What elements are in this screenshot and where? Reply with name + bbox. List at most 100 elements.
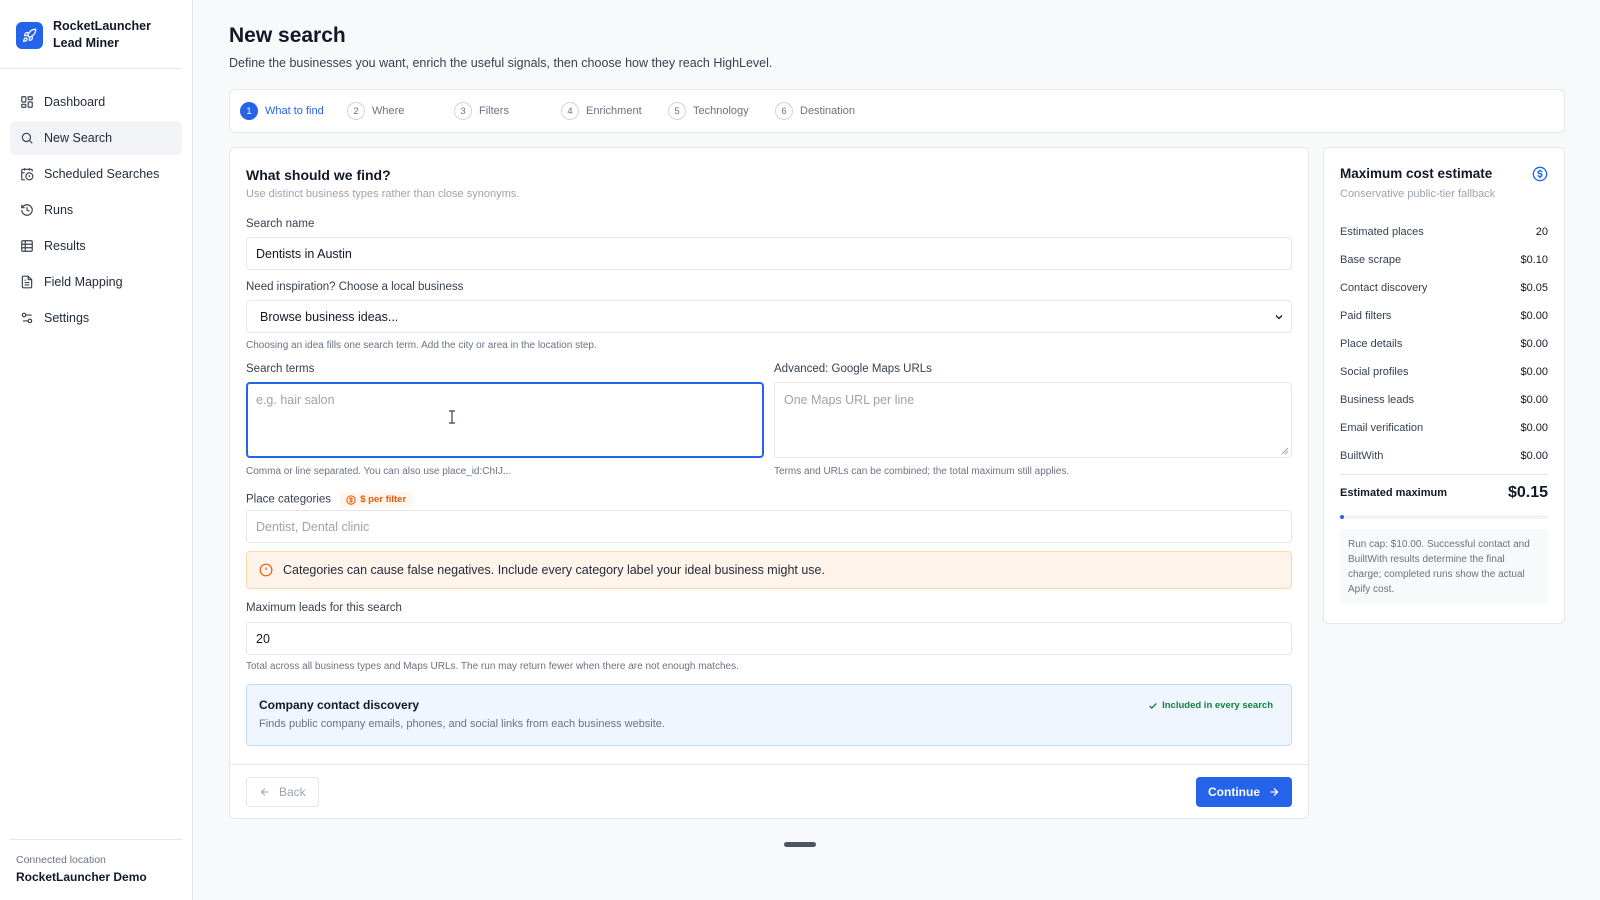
text-cursor-icon: [449, 410, 455, 424]
sidebar-item-new-search[interactable]: New Search: [10, 121, 182, 155]
back-button[interactable]: Back: [246, 777, 319, 807]
cost-row: Email verification $0.00: [1340, 414, 1548, 442]
sidebar-item-results[interactable]: Results: [10, 229, 182, 263]
table-icon: [21, 240, 33, 252]
step-label: Enrichment: [586, 105, 642, 117]
dollar-circle-icon: [346, 494, 356, 505]
max-leads-value: 20: [256, 631, 270, 646]
step-number: 1: [240, 102, 258, 120]
included-badge: Included in every search: [1148, 700, 1273, 711]
sidebar-item-label: Scheduled Searches: [44, 167, 160, 181]
sidebar-item-label: Results: [44, 239, 86, 253]
calendar-clock-icon: [21, 168, 34, 181]
step-technology[interactable]: 5 Technology: [668, 102, 775, 120]
cost-subtitle: Conservative public-tier fallback: [1340, 188, 1496, 200]
contact-discovery-title: Company contact discovery: [259, 698, 420, 712]
step-what-to-find[interactable]: 1 What to find: [240, 102, 347, 120]
cost-row-value: $0.00: [1520, 394, 1548, 406]
step-number: 3: [454, 102, 472, 120]
place-categories-placeholder: Dentist, Dental clinic: [256, 519, 370, 534]
place-categories-label-row: Place categories $ per filter: [246, 492, 413, 507]
connected-location: Connected location RocketLauncher Demo: [10, 839, 182, 900]
step-number: 6: [775, 102, 793, 120]
brand-line-1: RocketLauncher: [53, 19, 151, 33]
cost-row: Paid filters $0.00: [1340, 302, 1548, 330]
cost-row: Contact discovery $0.05: [1340, 274, 1548, 302]
rocket-icon: [16, 21, 43, 49]
categories-warning-text: Categories can cause false negatives. In…: [283, 563, 825, 577]
scroll-indicator[interactable]: [784, 842, 816, 847]
connected-location-value: RocketLauncher Demo: [16, 870, 147, 884]
step-destination[interactable]: 6 Destination: [775, 102, 882, 120]
cost-row: Estimated places 20: [1340, 218, 1548, 246]
cost-row: Business leads $0.00: [1340, 386, 1548, 414]
sidebar-item-label: New Search: [44, 131, 113, 145]
cost-row-value: $0.00: [1520, 422, 1548, 434]
cost-row-label: Contact discovery: [1340, 282, 1428, 294]
inspiration-help: Choosing an idea fills one search term. …: [246, 340, 597, 351]
cost-row-value: $0.05: [1520, 282, 1548, 294]
search-terms-label: Search terms: [246, 363, 315, 375]
contact-discovery-box: Company contact discovery Finds public c…: [246, 684, 1292, 746]
file-text-icon: [21, 275, 33, 289]
cost-estimate-card: Maximum cost estimate Conservative publi…: [1323, 147, 1565, 624]
maps-urls-label: Advanced: Google Maps URLs: [774, 363, 932, 375]
sidebar-item-runs[interactable]: Runs: [10, 193, 182, 227]
search-name-value: Dentists in Austin: [256, 246, 352, 261]
inspiration-label: Need inspiration? Choose a local busines…: [246, 281, 464, 293]
place-categories-label: Place categories: [246, 493, 332, 506]
cost-row-label: BuiltWith: [1340, 450, 1384, 462]
search-name-input[interactable]: Dentists in Austin: [246, 237, 1292, 270]
search-name-label: Search name: [246, 218, 315, 230]
maps-urls-textarea[interactable]: One Maps URL per line: [774, 382, 1292, 458]
per-filter-badge: $ per filter: [340, 492, 413, 507]
page-title: New search: [229, 24, 346, 47]
sidebar-item-field-mapping[interactable]: Field Mapping: [10, 265, 182, 299]
sidebar-item-settings[interactable]: Settings: [10, 301, 182, 335]
continue-button-label: Continue: [1208, 785, 1260, 799]
maps-urls-help: Terms and URLs can be combined; the tota…: [774, 466, 1070, 477]
step-where[interactable]: 2 Where: [347, 102, 454, 120]
step-label: Destination: [800, 105, 856, 117]
search-form-card: What should we find? Use distinct busine…: [229, 147, 1309, 819]
step-number: 4: [561, 102, 579, 120]
sliders-icon: [21, 312, 33, 324]
cost-row: BuiltWith $0.00: [1340, 442, 1548, 470]
sidebar-item-label: Settings: [44, 311, 90, 325]
run-cap-note: Run cap: $10.00. Successful contact and …: [1340, 529, 1548, 605]
place-categories-input[interactable]: Dentist, Dental clinic: [246, 510, 1292, 543]
contact-discovery-desc: Finds public company emails, phones, and…: [259, 718, 665, 730]
search-icon: [21, 132, 33, 144]
sidebar-item-label: Dashboard: [44, 95, 106, 109]
brand-name: RocketLauncher Lead Miner: [53, 18, 151, 52]
brand[interactable]: RocketLauncher Lead Miner: [0, 0, 182, 69]
step-filters[interactable]: 3 Filters: [454, 102, 561, 120]
cost-row-value: $0.00: [1520, 366, 1548, 378]
arrow-right-icon: [1270, 788, 1279, 796]
max-leads-label: Maximum leads for this search: [246, 602, 402, 614]
step-number: 2: [347, 102, 365, 120]
included-badge-text: Included in every search: [1162, 700, 1273, 711]
max-leads-input[interactable]: 20: [246, 622, 1292, 655]
continue-button[interactable]: Continue: [1196, 777, 1292, 807]
step-label: What to find: [265, 105, 324, 117]
sidebar-item-scheduled-searches[interactable]: Scheduled Searches: [10, 157, 182, 191]
resize-handle-icon[interactable]: [1281, 447, 1289, 455]
check-icon: [1149, 702, 1157, 709]
per-filter-badge-text: $ per filter: [360, 494, 407, 505]
business-ideas-select[interactable]: Browse business ideas...: [246, 300, 1292, 333]
search-terms-placeholder: e.g. hair salon: [256, 393, 335, 407]
sidebar-item-dashboard[interactable]: Dashboard: [10, 85, 182, 119]
wizard-stepper: 1 What to find 2 Where 3 Filters 4 Enric…: [229, 89, 1565, 133]
back-button-label: Back: [279, 785, 306, 799]
search-terms-textarea[interactable]: e.g. hair salon: [246, 382, 764, 458]
history-icon: [21, 204, 33, 216]
dashboard-icon: [21, 96, 33, 108]
cost-row-label: Place details: [1340, 338, 1403, 350]
sidebar-item-label: Field Mapping: [44, 275, 123, 289]
form-title: What should we find?: [246, 167, 391, 183]
run-cap-progress: [1340, 515, 1548, 519]
step-enrichment[interactable]: 4 Enrichment: [561, 102, 668, 120]
cost-row-value: $0.00: [1520, 310, 1548, 322]
cost-row-label: Social profiles: [1340, 366, 1409, 378]
